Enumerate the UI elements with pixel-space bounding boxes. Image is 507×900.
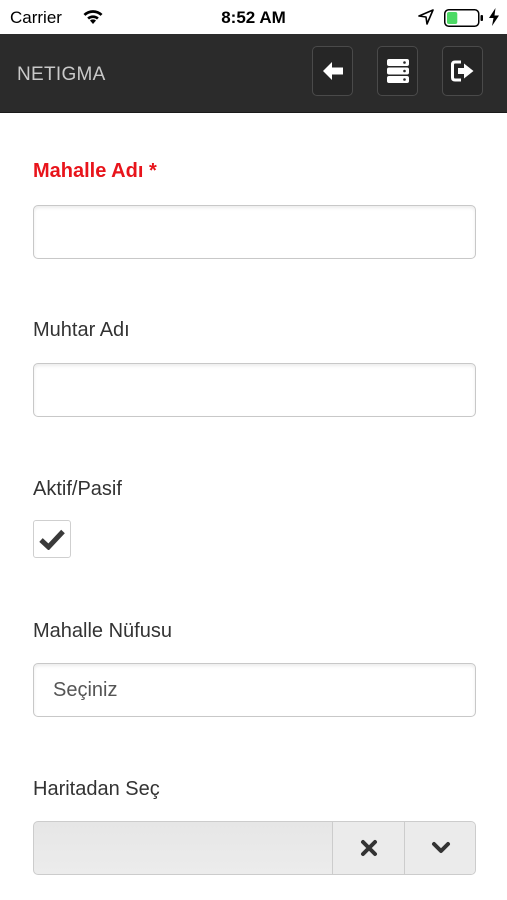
map-select-dropdown-button[interactable] (404, 822, 475, 874)
clear-icon (360, 840, 377, 856)
map-select-field[interactable] (34, 822, 332, 874)
server-list-icon (386, 59, 409, 83)
checkmark-icon (39, 529, 65, 550)
logout-icon (450, 60, 473, 82)
logout-button[interactable] (442, 46, 483, 96)
arrow-left-icon (322, 62, 343, 80)
field-label-active-passive: Aktif/Pasif (33, 478, 122, 500)
status-bar: Carrier 8:52 AM (0, 0, 507, 34)
chevron-down-icon (432, 842, 450, 853)
charging-bolt-icon (489, 8, 499, 26)
map-select-combo (33, 821, 476, 875)
map-select-clear-button[interactable] (332, 822, 404, 874)
battery-icon (444, 9, 483, 27)
field-label-neighborhood-name: Mahalle Adı * (33, 160, 157, 182)
neighborhood-name-input[interactable] (33, 205, 476, 259)
population-select[interactable]: Seçiniz (33, 663, 476, 717)
field-label-select-from-map: Haritadan Seç (33, 778, 160, 800)
back-button[interactable] (312, 46, 353, 96)
menu-button[interactable] (377, 46, 418, 96)
headman-name-input[interactable] (33, 363, 476, 417)
app-header: NETIGMA (0, 34, 507, 113)
location-arrow-icon (418, 9, 434, 25)
active-passive-checkbox[interactable] (33, 520, 71, 558)
field-label-headman-name: Muhtar Adı (33, 319, 130, 341)
app-brand: NETIGMA (17, 64, 106, 85)
field-label-population: Mahalle Nüfusu (33, 620, 172, 642)
